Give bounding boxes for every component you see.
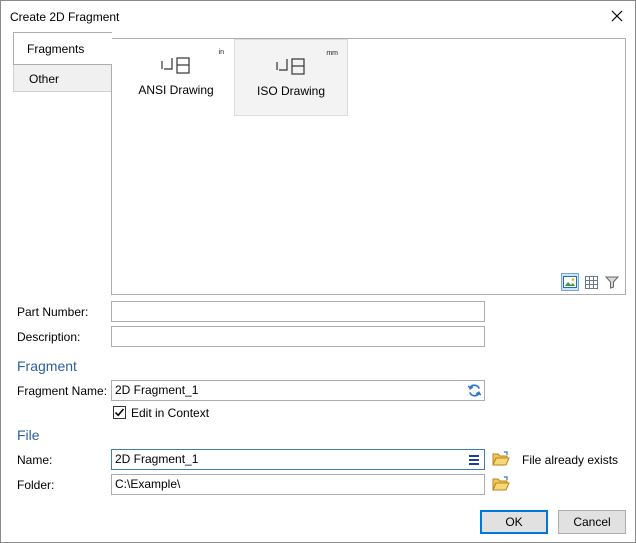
folder-open-icon[interactable] [492,476,510,492]
fragment-name-value: 2D Fragment_1 [115,383,199,397]
file-section-heading: File [17,427,40,443]
gallery-view-toolbar [561,273,621,291]
template-label: ISO Drawing [256,84,326,98]
edit-in-context-label[interactable]: Edit in Context [131,406,209,420]
dialog-title: Create 2D Fragment [10,10,120,24]
close-icon [611,10,623,22]
file-name-value: 2D Fragment_1 [115,452,199,466]
refresh-icon[interactable] [467,383,482,398]
tab-other[interactable]: Other [13,64,112,92]
file-name-label: Name: [17,453,53,467]
template-unit: mm [326,50,338,57]
template-iso-drawing[interactable]: mm ISO Drawing [234,39,348,116]
cancel-button[interactable]: Cancel [558,510,626,534]
ok-button[interactable]: OK [480,510,548,534]
file-name-input[interactable]: 2D Fragment_1 [111,449,485,470]
file-status-text: File already exists [522,453,619,467]
description-input[interactable] [111,326,485,347]
template-ansi-drawing[interactable]: in ANSI Drawing [119,39,233,116]
grid-view-icon [584,275,598,289]
template-unit: in [218,49,224,56]
close-button[interactable] [605,5,629,27]
filter-icon [605,276,619,289]
fragment-name-label: Fragment Name: [17,384,108,398]
filter-button[interactable] [603,273,621,291]
fragment-section-heading: Fragment [17,358,77,374]
template-label: ANSI Drawing [138,83,214,97]
folder-label: Folder: [17,478,55,492]
drawing-template-icon [276,58,305,75]
template-gallery: in ANSI Drawing mm ISO Drawing [111,38,626,295]
thumbnail-view-button[interactable] [561,273,579,291]
description-label: Description: [17,330,81,344]
part-number-label: Part Number: [17,305,89,319]
tab-fragments[interactable]: Fragments [13,32,112,65]
drawing-template-icon [161,57,190,74]
edit-in-context-checkbox[interactable] [113,406,126,419]
part-number-input[interactable] [111,301,485,322]
folder-open-icon[interactable] [492,451,510,467]
menu-icon[interactable] [469,453,480,466]
title-bar: Create 2D Fragment [1,1,635,32]
fragment-name-input[interactable]: 2D Fragment_1 [111,380,485,401]
thumbnail-view-icon [563,276,577,288]
folder-input[interactable]: C:\Example\ [111,474,485,495]
create-2d-fragment-dialog: Create 2D Fragment Fragments Other in AN… [0,0,636,543]
grid-view-button[interactable] [582,273,600,291]
check-icon [114,408,125,417]
